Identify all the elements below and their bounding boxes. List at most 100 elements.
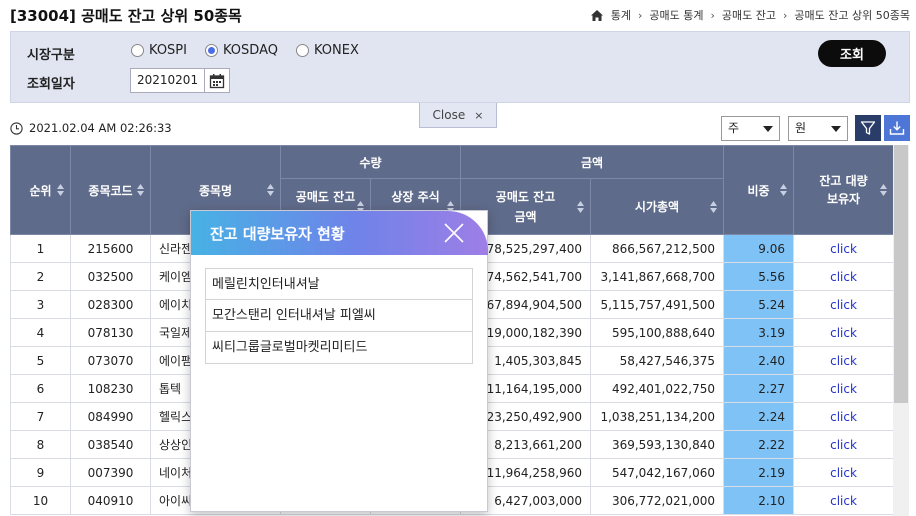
clock-icon bbox=[10, 121, 23, 135]
ratio-cell: 5.56 bbox=[723, 262, 794, 291]
search-button[interactable]: 조회 bbox=[818, 40, 886, 67]
ratio-cell: 2.22 bbox=[723, 430, 794, 459]
col-header-holder[interactable]: 잔고 대량보유자 bbox=[793, 145, 893, 235]
breadcrumb: 통계 › 공매도 통계 › 공매도 잔고 › 공매도 잔고 상위 50종목 bbox=[590, 7, 910, 23]
code-cell: 108230 bbox=[70, 374, 151, 403]
market-cap-cell: 3,141,867,668,700 bbox=[590, 262, 724, 291]
calendar-icon bbox=[209, 73, 225, 88]
market-cap-cell: 595,100,888,640 bbox=[590, 318, 724, 347]
holder-link[interactable]: click bbox=[793, 346, 893, 375]
download-button[interactable] bbox=[884, 115, 910, 141]
holder-link[interactable]: click bbox=[793, 374, 893, 403]
radio-kospi[interactable]: KOSPI bbox=[131, 43, 187, 58]
col-group-amount: 금액 bbox=[460, 145, 724, 179]
scrollbar-thumb[interactable] bbox=[894, 145, 908, 403]
ratio-cell: 2.40 bbox=[723, 346, 794, 375]
market-cap-cell: 1,038,251,134,200 bbox=[590, 402, 724, 431]
rank-cell: 10 bbox=[10, 486, 71, 515]
share-unit-value: 주 bbox=[728, 121, 740, 135]
holder-link[interactable]: click bbox=[793, 458, 893, 487]
market-cap-cell: 547,042,167,060 bbox=[590, 458, 724, 487]
breadcrumb-item-current: 공매도 잔고 상위 50종목 bbox=[794, 9, 910, 22]
timestamp-text: 2021.02.04 AM 02:26:33 bbox=[29, 121, 172, 135]
radio-circle-icon[interactable] bbox=[295, 44, 309, 57]
sort-icon bbox=[880, 184, 887, 196]
code-cell: 078130 bbox=[70, 318, 151, 347]
holder-link[interactable]: click bbox=[793, 318, 893, 347]
breadcrumb-item-short-balance[interactable]: 공매도 잔고 bbox=[722, 7, 776, 23]
currency-unit-select[interactable]: 원 bbox=[788, 116, 848, 141]
code-cell: 073070 bbox=[70, 346, 151, 375]
date-input[interactable]: 20210201 bbox=[130, 68, 205, 93]
close-panel-tab[interactable]: Close × bbox=[419, 103, 497, 128]
col-header-market-cap[interactable]: 시가총액 bbox=[590, 178, 724, 235]
header-label: 비중 bbox=[747, 183, 770, 198]
header-label: 종목코드 bbox=[88, 183, 133, 198]
holder-popup: 잔고 대량보유자 현황 메릴린치인터내셔날 모간스탠리 인터내셔날 피엘씨 씨티그룹… bbox=[190, 210, 488, 512]
holder-link[interactable]: click bbox=[793, 290, 893, 319]
radio-checked-icon[interactable] bbox=[204, 44, 218, 57]
holder-item: 씨티그룹글로벌마켓리미티드 bbox=[205, 332, 473, 364]
radio-circle-icon[interactable] bbox=[131, 44, 144, 57]
holder-link[interactable]: click bbox=[793, 486, 893, 515]
market-cap-cell: 369,593,130,840 bbox=[590, 430, 724, 459]
header-label: 시가총액 bbox=[634, 200, 680, 214]
timestamp: 2021.02.04 AM 02:26:33 bbox=[10, 121, 172, 135]
radio-label: KOSDAQ bbox=[222, 43, 278, 58]
ratio-cell: 2.24 bbox=[723, 402, 794, 431]
rank-cell: 8 bbox=[10, 430, 71, 459]
market-cap-cell: 492,401,022,750 bbox=[590, 374, 724, 403]
radio-konex[interactable]: KONEX bbox=[295, 43, 359, 58]
holder-link[interactable]: click bbox=[793, 402, 893, 431]
market-cap-cell: 306,772,021,000 bbox=[590, 486, 724, 515]
popup-title: 잔고 대량보유자 현황 bbox=[210, 225, 345, 243]
caret-down-icon bbox=[763, 126, 773, 132]
code-cell: 028300 bbox=[70, 290, 151, 319]
breadcrumb-item-stats[interactable]: 통계 bbox=[611, 7, 631, 23]
rank-cell: 2 bbox=[10, 262, 71, 291]
sort-icon bbox=[577, 200, 584, 213]
header-label: 종목명 bbox=[198, 183, 233, 198]
code-cell: 084990 bbox=[70, 402, 151, 431]
ratio-cell: 5.24 bbox=[723, 290, 794, 319]
chevron-right-icon: › bbox=[710, 8, 715, 22]
rank-cell: 4 bbox=[10, 318, 71, 347]
col-header-code[interactable]: 종목코드 bbox=[70, 145, 151, 235]
code-cell: 215600 bbox=[70, 234, 151, 263]
holder-item: 메릴린치인터내셔날 bbox=[205, 268, 473, 300]
page-title: [33004] 공매도 잔고 상위 50종목 bbox=[10, 7, 242, 25]
share-unit-select[interactable]: 주 bbox=[721, 116, 780, 141]
close-icon: × bbox=[474, 108, 484, 122]
caret-down-icon bbox=[831, 126, 841, 132]
sort-icon bbox=[57, 184, 64, 196]
ratio-cell: 3.19 bbox=[723, 318, 794, 347]
grid-scrollbar[interactable] bbox=[893, 145, 909, 516]
sort-icon bbox=[267, 184, 274, 196]
holder-link[interactable]: click bbox=[793, 262, 893, 291]
calendar-button[interactable] bbox=[205, 68, 230, 93]
currency-unit-value: 원 bbox=[795, 121, 807, 135]
col-header-rank[interactable]: 순위 bbox=[10, 145, 71, 235]
filter-button[interactable] bbox=[855, 115, 881, 141]
col-group-quantity: 수량 bbox=[280, 145, 461, 179]
chevron-right-icon: › bbox=[637, 8, 643, 22]
radio-kosdaq[interactable]: KOSDAQ bbox=[204, 43, 278, 58]
radio-label: KONEX bbox=[313, 43, 359, 58]
header-label: 순위 bbox=[29, 183, 52, 198]
rank-cell: 3 bbox=[10, 290, 71, 319]
rank-cell: 5 bbox=[10, 346, 71, 375]
breadcrumb-item-short-stats[interactable]: 공매도 통계 bbox=[649, 7, 703, 23]
holder-link[interactable]: click bbox=[793, 430, 893, 459]
holder-list: 메릴린치인터내셔날 모간스탠리 인터내셔날 피엘씨 씨티그룹글로벌마켓리미티드 bbox=[205, 268, 473, 364]
market-cap-cell: 58,427,546,375 bbox=[590, 346, 724, 375]
close-icon[interactable] bbox=[443, 222, 465, 244]
filter-icon bbox=[860, 121, 876, 135]
home-icon[interactable] bbox=[590, 9, 603, 21]
rank-cell: 9 bbox=[10, 458, 71, 487]
col-header-ratio[interactable]: 비중 bbox=[723, 145, 794, 235]
chevron-right-icon: › bbox=[783, 8, 788, 22]
holder-link[interactable]: click bbox=[793, 234, 893, 263]
ratio-cell: 2.19 bbox=[723, 458, 794, 487]
ratio-cell: 2.10 bbox=[723, 486, 794, 515]
sort-icon bbox=[137, 184, 144, 196]
